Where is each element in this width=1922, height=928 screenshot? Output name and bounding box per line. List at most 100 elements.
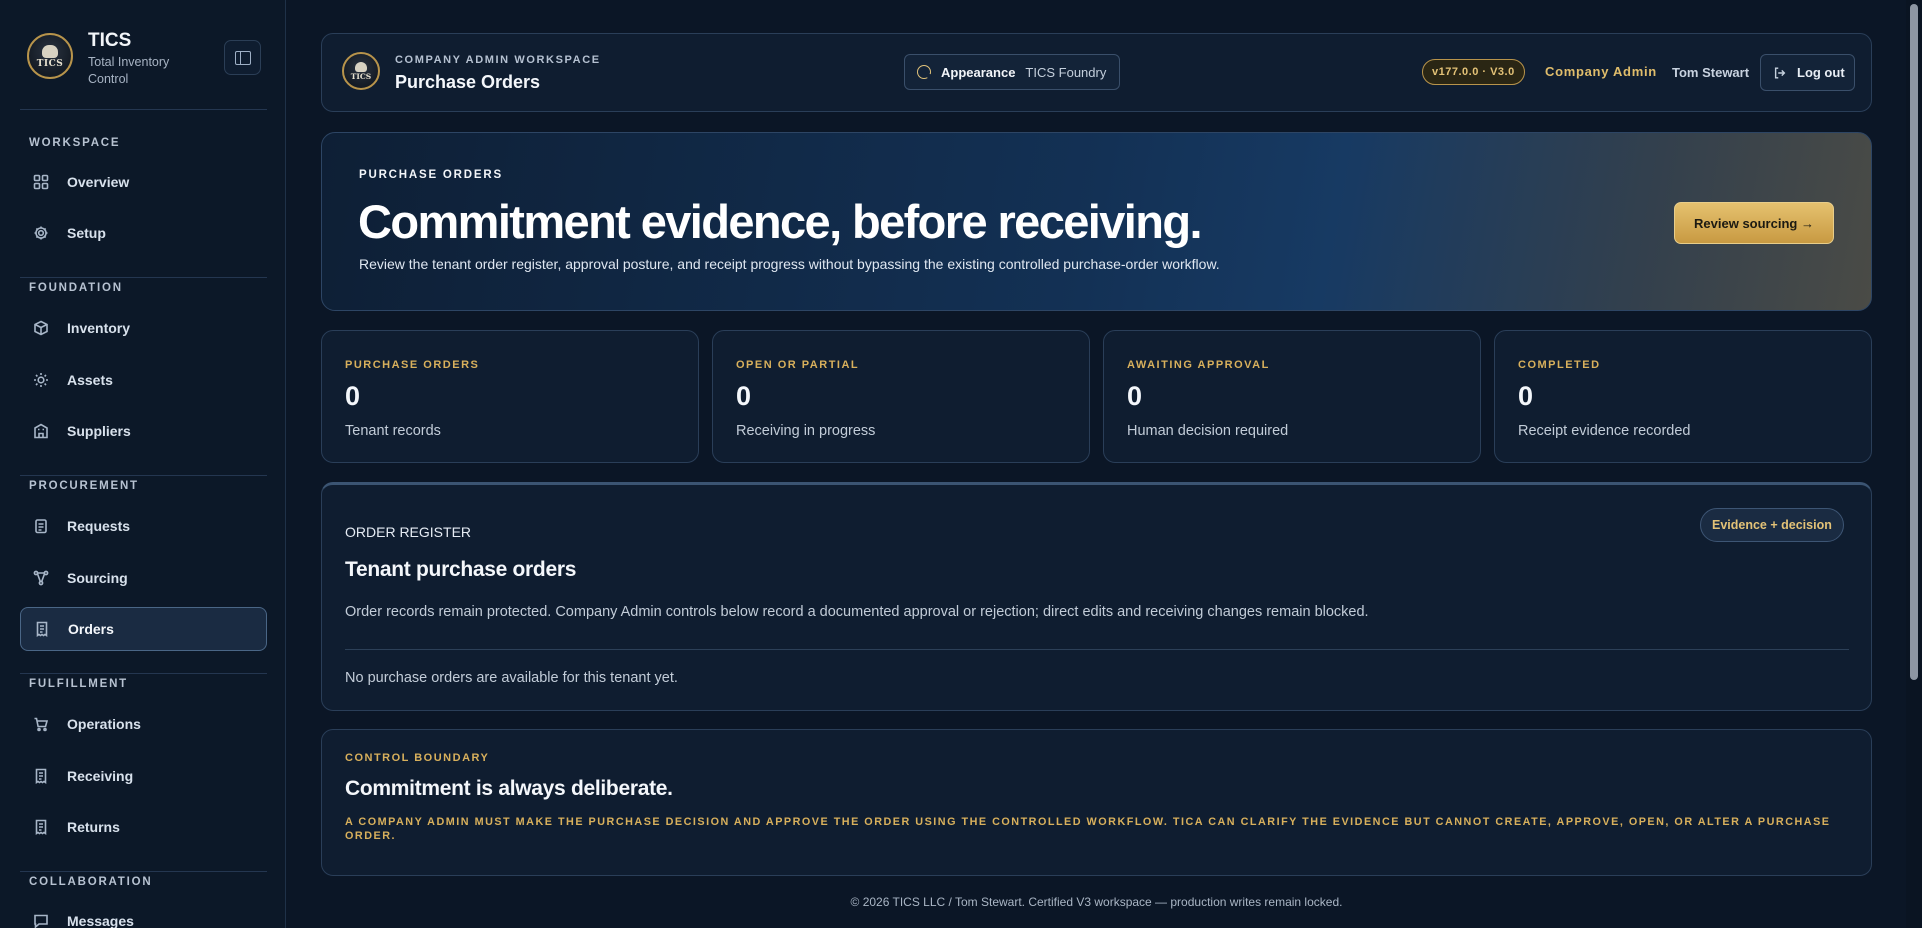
- workspace-logo: TICS: [342, 52, 380, 90]
- scrollbar-thumb[interactable]: [1910, 4, 1918, 680]
- stat-value: 0: [736, 381, 752, 411]
- sidebar-item-messages[interactable]: Messages: [20, 899, 267, 928]
- sidebar-item-label: Operations: [67, 716, 141, 732]
- sidebar-item-label: Assets: [67, 372, 113, 388]
- appearance-selector[interactable]: Appearance TICS Foundry: [904, 54, 1120, 90]
- stat-subtitle: Receiving in progress: [736, 423, 876, 439]
- version-badge: v177.0.0 · V3.0: [1422, 59, 1525, 85]
- stat-value: 0: [1127, 381, 1143, 411]
- sidebar-item-label: Orders: [68, 621, 114, 637]
- review-sourcing-button[interactable]: Review sourcing →: [1674, 202, 1834, 244]
- sidebar-item-label: Requests: [67, 518, 131, 534]
- logout-icon: [1774, 66, 1786, 79]
- stat-subtitle: Tenant records: [345, 423, 441, 439]
- receipt-icon: [33, 768, 49, 784]
- control-boundary-panel: CONTROL BOUNDARY Commitment is always de…: [321, 729, 1872, 876]
- sidebar-item-operations[interactable]: Operations: [20, 702, 267, 746]
- stat-label: AWAITING APPROVAL: [1127, 359, 1270, 371]
- empty-state-message: No purchase orders are available for thi…: [345, 670, 678, 686]
- clipboard-icon: [33, 518, 49, 534]
- lion-emblem-icon: [355, 61, 367, 72]
- hero-description: Review the tenant order register, approv…: [359, 256, 1220, 272]
- user-name: Tom Stewart: [1672, 65, 1750, 80]
- palette-icon: [917, 65, 932, 79]
- sidebar-item-label: Messages: [67, 913, 134, 928]
- sidebar-item-orders[interactable]: Orders: [20, 607, 267, 651]
- sidebar-item-label: Inventory: [67, 320, 131, 336]
- divider: [20, 673, 267, 674]
- hero-eyebrow: PURCHASE ORDERS: [359, 169, 503, 181]
- register-description: Order records remain protected. Company …: [345, 604, 1369, 620]
- gear-icon: [33, 225, 49, 241]
- brand-logo-text: TICS: [36, 59, 64, 69]
- section-label-workspace: WORKSPACE: [29, 137, 121, 149]
- top-bar: TICS COMPANY ADMIN WORKSPACE Purchase Or…: [321, 33, 1872, 112]
- sidebar-item-label: Returns: [67, 819, 120, 835]
- sidebar-item-assets[interactable]: Assets: [20, 358, 267, 402]
- section-label-collaboration: COLLABORATION: [29, 876, 153, 888]
- stat-subtitle: Human decision required: [1127, 423, 1289, 439]
- sidebar-item-receiving[interactable]: Receiving: [20, 754, 267, 798]
- divider: [345, 649, 1849, 650]
- appearance-label: Appearance: [941, 64, 1016, 80]
- message-icon: [33, 913, 49, 928]
- receipt-icon: [33, 819, 49, 835]
- sun-icon: [33, 372, 49, 388]
- stat-value: 0: [345, 381, 361, 411]
- stat-card-purchase-orders: PURCHASE ORDERS 0 Tenant records: [321, 330, 699, 463]
- stat-card-open-or-partial: OPEN OR PARTIAL 0 Receiving in progress: [712, 330, 1090, 463]
- footer: © 2026 TICS LLC / Tom Stewart. Certified…: [850, 895, 1343, 909]
- logout-label: Log out: [1797, 65, 1845, 80]
- stat-subtitle: Receipt evidence recorded: [1518, 423, 1691, 439]
- lion-emblem-icon: [42, 45, 58, 58]
- section-label-fulfillment: FULFILLMENT: [29, 678, 129, 690]
- stat-value: 0: [1518, 381, 1534, 411]
- sidebar-collapse-icon: [234, 50, 251, 65]
- divider: [20, 475, 267, 476]
- cart-icon: [33, 716, 49, 732]
- page-title: Purchase Orders: [395, 72, 541, 92]
- boundary-eyebrow: CONTROL BOUNDARY: [345, 752, 490, 764]
- stat-label: OPEN OR PARTIAL: [736, 359, 860, 371]
- building-icon: [33, 423, 49, 439]
- boundary-title: Commitment is always deliberate.: [345, 777, 673, 800]
- sidebar-item-label: Overview: [67, 174, 130, 190]
- workspace-label: COMPANY ADMIN WORKSPACE: [395, 54, 601, 66]
- section-label-procurement: PROCUREMENT: [29, 480, 139, 492]
- collapse-sidebar-button[interactable]: [224, 40, 261, 75]
- register-eyebrow: ORDER REGISTER: [345, 524, 472, 540]
- sidebar-item-label: Sourcing: [67, 570, 128, 586]
- sidebar-item-overview[interactable]: Overview: [20, 160, 267, 204]
- sidebar-item-returns[interactable]: Returns: [20, 805, 267, 849]
- logout-button[interactable]: Log out: [1760, 54, 1855, 91]
- appearance-value: TICS Foundry: [1025, 64, 1107, 80]
- sidebar-item-requests[interactable]: Requests: [20, 504, 267, 548]
- receipt-icon: [34, 621, 50, 637]
- sidebar-item-inventory[interactable]: Inventory: [20, 306, 267, 350]
- stat-card-awaiting-approval: AWAITING APPROVAL 0 Human decision requi…: [1103, 330, 1481, 463]
- divider: [20, 109, 267, 110]
- sidebar-item-sourcing[interactable]: Sourcing: [20, 556, 267, 600]
- divider: [20, 871, 267, 872]
- order-register-panel: ORDER REGISTER Tenant purchase orders Ev…: [321, 482, 1872, 711]
- brand-name: TICS: [88, 30, 132, 51]
- section-label-foundation: FOUNDATION: [29, 282, 123, 294]
- box-icon: [33, 320, 49, 336]
- register-title: Tenant purchase orders: [345, 558, 577, 581]
- sidebar: TICS TICS Total Inventory Control WORKSP…: [0, 0, 286, 928]
- sidebar-item-label: Suppliers: [67, 423, 131, 439]
- sidebar-item-setup[interactable]: Setup: [20, 211, 267, 255]
- sidebar-item-label: Setup: [67, 225, 106, 241]
- brand-subtitle: Total Inventory Control: [88, 55, 170, 86]
- hero-banner: PURCHASE ORDERS Commitment evidence, bef…: [321, 132, 1872, 311]
- role-label: Company Admin: [1545, 64, 1657, 79]
- sidebar-item-suppliers[interactable]: Suppliers: [20, 409, 267, 453]
- evidence-decision-badge: Evidence + decision: [1700, 508, 1844, 542]
- stat-label: COMPLETED: [1518, 359, 1601, 371]
- workspace-logo-text: TICS: [350, 71, 372, 81]
- divider: [20, 277, 267, 278]
- stat-label: PURCHASE ORDERS: [345, 359, 480, 371]
- brand-logo: TICS: [27, 33, 73, 79]
- hero-title: Commitment evidence, before receiving.: [358, 195, 1203, 248]
- sidebar-item-label: Receiving: [67, 768, 134, 784]
